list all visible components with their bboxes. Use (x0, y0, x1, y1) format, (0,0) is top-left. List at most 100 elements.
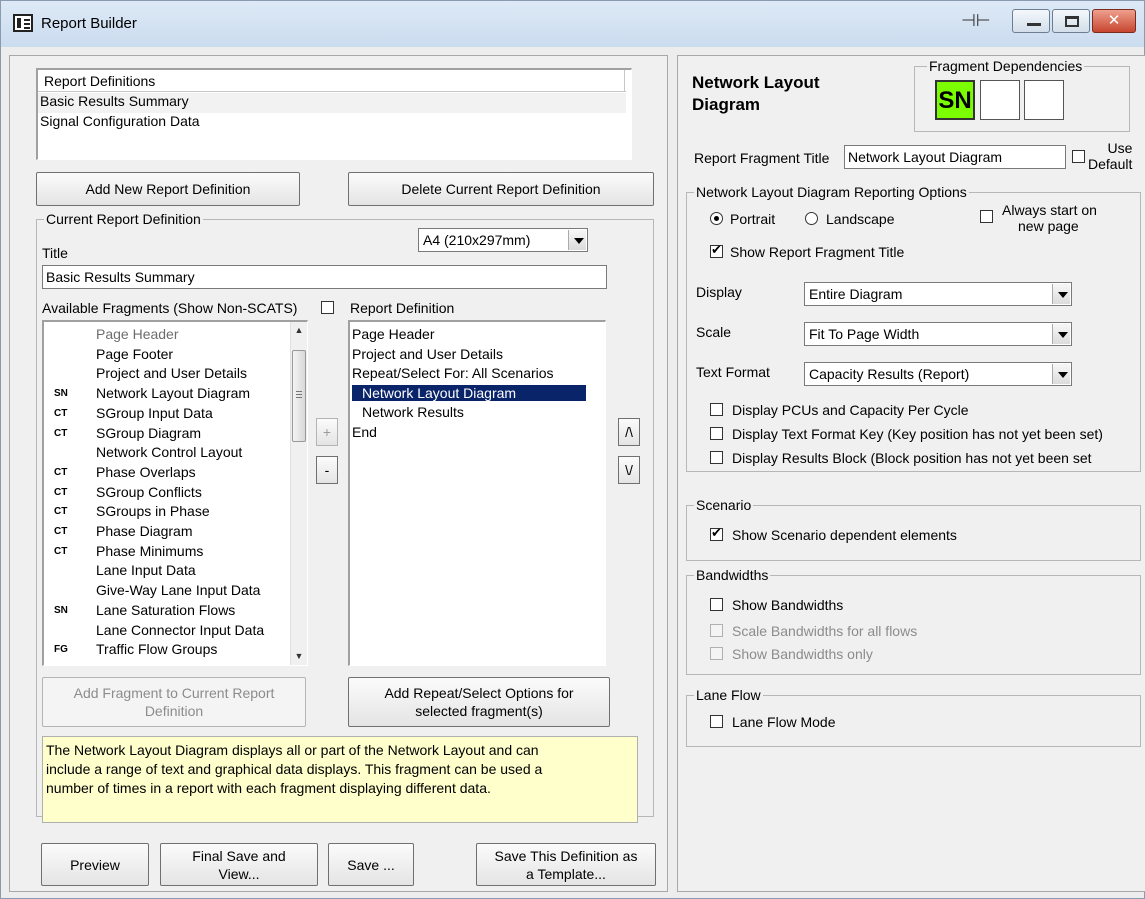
fragment-label: Phase Diagram (96, 523, 193, 539)
scale-label: Scale (696, 324, 732, 340)
report-definitions-header[interactable]: Report Definitions (38, 70, 626, 92)
fragment-item[interactable]: CT Phase Minimums (44, 543, 288, 563)
page-size-select[interactable]: A4 (210x297mm) (418, 228, 588, 252)
show-fragment-title-checkbox[interactable] (710, 242, 723, 258)
available-fragments-list[interactable]: Page Header Page Footer Project and User D… (42, 320, 308, 666)
fragment-label: Project and User Details (96, 365, 247, 382)
display-results-checkbox[interactable] (710, 451, 723, 464)
definition-item[interactable]: Page Header (352, 326, 435, 342)
definition-item[interactable]: Repeat/Select For: All Scenarios (352, 365, 554, 381)
display-value: Entire Diagram (809, 286, 903, 302)
definition-item[interactable]: Network Results (352, 404, 464, 420)
close-button[interactable]: ✕ (1092, 9, 1136, 33)
fragment-item[interactable]: CT Phase Overlaps (44, 464, 288, 484)
scroll-down-icon[interactable]: ▼ (291, 648, 307, 665)
page-size-value: A4 (210x297mm) (423, 232, 531, 248)
scroll-up-icon[interactable]: ▲ (291, 322, 307, 339)
move-down-button[interactable]: \/ (618, 456, 640, 484)
definition-item[interactable]: Project and User Details (352, 346, 503, 362)
list-item[interactable]: Signal Configuration Data (38, 113, 200, 129)
fragment-item[interactable]: FG Traffic Flow Groups (44, 641, 288, 661)
show-bandwidths-checkbox[interactable] (710, 598, 723, 611)
bandwidths-only-checkbox[interactable] (710, 647, 723, 660)
move-up-button[interactable]: /\ (618, 418, 640, 446)
report-definition-list[interactable]: Page Header Project and User Details Repea… (348, 320, 606, 666)
fragment-code-badge: CT (54, 486, 68, 498)
minimize-button[interactable] (1012, 9, 1050, 33)
bandwidths-only-label: Show Bandwidths only (732, 646, 873, 662)
remove-fragment-minus-button[interactable]: - (316, 456, 338, 484)
portrait-radio[interactable] (710, 212, 723, 225)
fragment-label: Phase Minimums (96, 542, 204, 559)
display-key-checkbox[interactable] (710, 427, 723, 440)
fragment-item[interactable]: SN Lane Saturation Flows (44, 602, 288, 622)
fragment-item[interactable]: Page Header (44, 326, 288, 346)
add-fragment-button[interactable]: Add Fragment to Current Report Definition (42, 677, 306, 727)
text-format-value: Capacity Results (Report) (809, 366, 970, 382)
lane-flow-legend: Lane Flow (694, 687, 763, 703)
fragment-code-badge: CT (54, 506, 68, 518)
fragment-title-value: Network Layout Diagram (848, 149, 1003, 165)
text-format-select[interactable]: Capacity Results (Report) (804, 362, 1072, 386)
show-non-scats-checkbox[interactable] (321, 301, 334, 314)
add-fragment-plus-button[interactable]: + (316, 418, 338, 446)
pin-icon[interactable]: ⊣⊢ (961, 11, 991, 31)
fragment-item[interactable]: Page Footer (44, 346, 288, 366)
delete-report-definition-button[interactable]: Delete Current Report Definition (348, 172, 654, 206)
add-repeat-select-button[interactable]: Add Repeat/Select Options for selected fr… (348, 677, 610, 727)
maximize-button[interactable] (1052, 9, 1090, 33)
final-save-view-button[interactable]: Final Save and View... (160, 843, 318, 886)
fragment-code-badge: CT (54, 466, 68, 478)
fragment-code-badge: CT (54, 545, 68, 557)
fragments-scrollbar[interactable]: ▲ ▼ (290, 322, 307, 665)
scale-bandwidths-checkbox[interactable] (710, 624, 723, 637)
fragment-title-input[interactable]: Network Layout Diagram (844, 145, 1066, 169)
fragment-item[interactable]: Project and User Details (44, 365, 288, 385)
text-format-label: Text Format (696, 364, 770, 380)
save-template-button[interactable]: Save This Definition as a Template... (476, 843, 656, 886)
fragment-label: SGroup Conflicts (96, 483, 202, 500)
fragment-label: SGroup Diagram (96, 424, 202, 441)
definition-item[interactable]: End (352, 424, 377, 440)
scale-select[interactable]: Fit To Page Width (804, 322, 1072, 346)
fragment-description: The Network Layout Diagram displays all … (42, 736, 638, 823)
add-report-definition-button[interactable]: Add New Report Definition (36, 172, 300, 206)
fragment-item[interactable]: Lane Input Data (44, 562, 288, 582)
save-button[interactable]: Save ... (328, 843, 414, 886)
display-pcus-checkbox[interactable] (710, 403, 723, 416)
dependency-empty-slot (1024, 80, 1064, 120)
fragment-item[interactable]: CT Phase Diagram (44, 523, 288, 543)
fragment-item[interactable]: SN Network Layout Diagram (44, 385, 288, 405)
fragment-item[interactable]: CT SGroup Diagram (44, 425, 288, 445)
fragment-item[interactable]: CT SGroup Conflicts (44, 484, 288, 504)
show-bandwidths-label: Show Bandwidths (732, 597, 844, 613)
report-builder-window: Report Builder ⊣⊢ ✕ Report Definitions B… (0, 0, 1145, 899)
description-line: include a range of text and graphical da… (46, 761, 543, 777)
scale-value: Fit To Page Width (809, 326, 920, 342)
fragment-item[interactable]: CT SGroups in Phase (44, 503, 288, 523)
scroll-thumb[interactable] (292, 350, 306, 442)
list-item[interactable]: Basic Results Summary (38, 93, 626, 113)
display-select[interactable]: Entire Diagram (804, 282, 1072, 306)
preview-button[interactable]: Preview (41, 843, 149, 886)
fragment-item[interactable]: Lane Connector Input Data (44, 622, 288, 642)
landscape-radio[interactable] (805, 212, 818, 225)
always-new-page-checkbox[interactable] (980, 210, 993, 223)
right-panel: Network Layout Diagram Fragment Dependen… (677, 55, 1145, 892)
fragment-item[interactable]: Network Control Layout (44, 444, 288, 464)
current-report-definition-legend: Current Report Definition (44, 211, 203, 227)
fragment-item[interactable]: CT SGroup Input Data (44, 405, 288, 425)
use-default-checkbox[interactable] (1072, 150, 1085, 163)
show-scenario-checkbox[interactable] (710, 525, 723, 541)
lane-flow-mode-checkbox[interactable] (710, 715, 723, 728)
fragment-item[interactable]: Give-Way Lane Input Data (44, 582, 288, 602)
title-input[interactable]: Basic Results Summary (42, 265, 607, 289)
scale-bandwidths-label: Scale Bandwidths for all flows (732, 623, 918, 639)
report-definitions-list[interactable]: Report Definitions Basic Results Summary… (36, 68, 632, 160)
scenario-legend: Scenario (694, 497, 754, 513)
report-definition-label: Report Definition (350, 300, 455, 316)
app-icon (13, 14, 33, 32)
chevron-down-icon (568, 230, 586, 250)
show-fragment-title-label: Show Report Fragment Title (730, 244, 905, 260)
definition-item[interactable]: Network Layout Diagram (352, 384, 586, 401)
